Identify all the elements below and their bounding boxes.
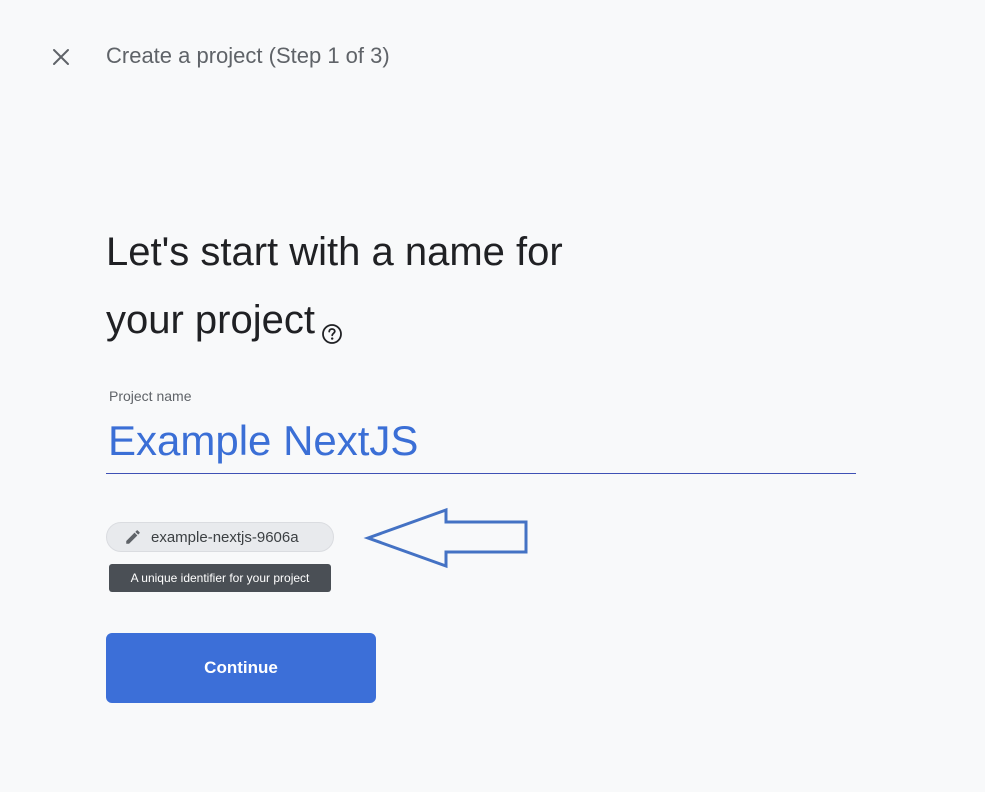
- close-icon: [53, 49, 69, 65]
- project-name-input[interactable]: [106, 408, 856, 474]
- heading-line-1: Let's start with a name for: [106, 230, 563, 274]
- step-title: Create a project (Step 1 of 3): [106, 43, 390, 68]
- project-id-text: example-nextjs-9606a: [151, 528, 299, 546]
- help-icon[interactable]: [321, 298, 343, 366]
- left-arrow-outline-icon: [363, 507, 528, 569]
- heading-line-2: your project: [106, 286, 746, 366]
- pencil-icon: [123, 527, 143, 547]
- project-id-chip[interactable]: example-nextjs-9606a: [106, 522, 334, 552]
- heading-line-2-text: your project: [106, 298, 315, 342]
- page-heading: Let's start with a name for your project: [106, 218, 746, 366]
- close-button[interactable]: [46, 42, 76, 72]
- project-name-label: Project name: [109, 388, 192, 404]
- continue-button[interactable]: Continue: [106, 633, 376, 703]
- project-id-tooltip: A unique identifier for your project: [109, 564, 331, 592]
